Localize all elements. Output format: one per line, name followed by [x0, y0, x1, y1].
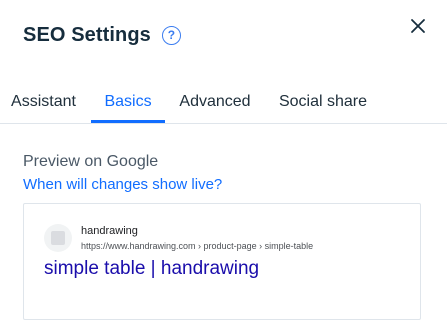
- question-circle-icon[interactable]: ?: [161, 25, 181, 45]
- tab-bar: Assistant Basics Advanced Social share: [0, 82, 447, 124]
- preview-site-name: handrawing: [81, 225, 138, 237]
- preview-label: Preview on Google: [23, 153, 159, 170]
- google-preview-card: handrawing https://www.handrawing.com › …: [23, 203, 421, 320]
- favicon-placeholder: [51, 231, 65, 245]
- preview-result-title[interactable]: simple table | handrawing: [44, 258, 259, 280]
- globe-placeholder-icon: [44, 224, 72, 252]
- changes-live-link[interactable]: When will changes show live?: [23, 176, 222, 193]
- tab-basics[interactable]: Basics: [91, 82, 165, 123]
- preview-site-url: https://www.handrawing.com › product-pag…: [81, 241, 314, 251]
- close-icon[interactable]: [409, 17, 427, 35]
- tab-advanced[interactable]: Advanced: [172, 82, 258, 122]
- page-title: SEO Settings: [23, 23, 151, 46]
- header-row: SEO Settings ?: [23, 20, 181, 50]
- tab-assistant[interactable]: Assistant: [0, 82, 87, 122]
- tab-social-share[interactable]: Social share: [272, 82, 374, 122]
